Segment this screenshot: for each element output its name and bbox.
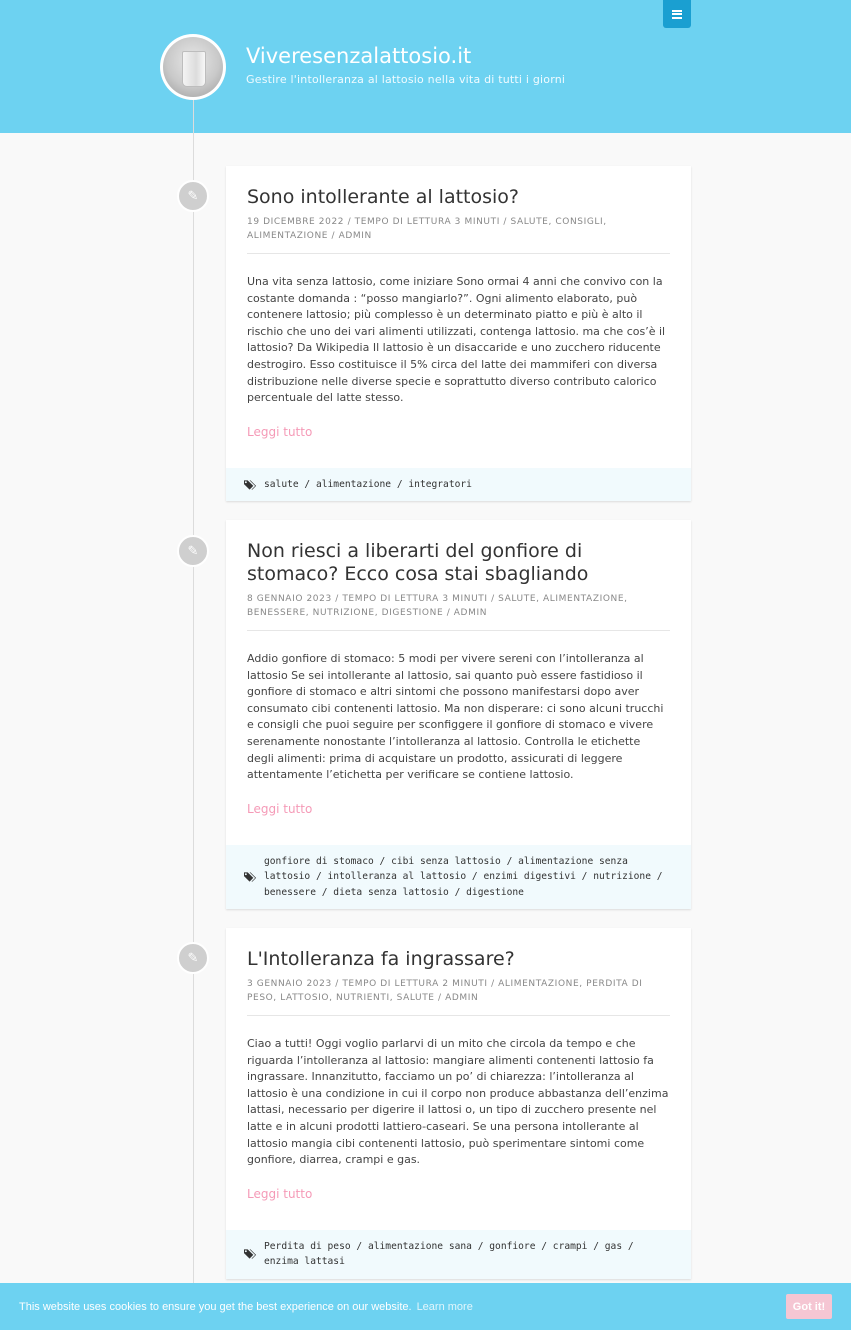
post-card: Non riesci a liberarti del gonfiore di s…: [226, 520, 691, 910]
cookie-learn-more-link[interactable]: Learn more: [417, 1301, 473, 1313]
post-meta: 19 dicembre 2022 / Tempo di lettura 3 mi…: [247, 215, 670, 254]
post-excerpt: Una vita senza lattosio, come iniziare S…: [247, 275, 666, 405]
cookie-message: This website uses cookies to ensure you …: [19, 1300, 412, 1313]
tags-icon: [244, 479, 257, 490]
post-tags: gonfiore di stomaco / cibi senza lattosi…: [226, 844, 691, 910]
cookie-accept-button[interactable]: Got it!: [786, 1294, 832, 1319]
post-format-badge: ✎: [177, 180, 209, 212]
site-header: Viveresenzalattosio.it Gestire l'intolle…: [0, 0, 851, 133]
tag-list[interactable]: gonfiore di stomaco / cibi senza lattosi…: [264, 856, 663, 898]
site-logo-avatar[interactable]: [160, 34, 226, 100]
post-format-badge: ✎: [177, 942, 209, 974]
tags-icon: [244, 872, 257, 882]
post-format-badge: ✎: [177, 535, 209, 567]
post-title[interactable]: Non riesci a liberarti del gonfiore di s…: [247, 540, 670, 586]
hamburger-icon: [672, 9, 682, 19]
cookie-consent-bar: This website uses cookies to ensure you …: [0, 1283, 851, 1330]
post-tags: Perdita di peso / alimentazione sana / g…: [226, 1229, 691, 1279]
tags-icon: [244, 1249, 257, 1259]
post-title[interactable]: Sono intollerante al lattosio?: [247, 186, 670, 209]
read-more-link[interactable]: Leggi tutto: [247, 425, 670, 468]
post-card: L'Intolleranza fa ingrassare? 3 gennaio …: [226, 928, 691, 1279]
milk-glass-image: [163, 37, 223, 97]
post-excerpt: Addio gonfiore di stomaco: 5 modi per vi…: [247, 652, 664, 782]
read-more-link[interactable]: Leggi tutto: [247, 1187, 670, 1230]
post-meta: 8 gennaio 2023 / Tempo di lettura 3 minu…: [247, 592, 670, 631]
site-title[interactable]: Viveresenzalattosio.it: [246, 44, 471, 68]
timeline-line: [193, 100, 194, 1330]
menu-toggle-button[interactable]: [663, 0, 691, 28]
tag-list[interactable]: Perdita di peso / alimentazione sana / g…: [264, 1241, 634, 1268]
post-title[interactable]: L'Intolleranza fa ingrassare?: [247, 948, 670, 971]
site-description: Gestire l'intolleranza al lattosio nella…: [246, 73, 566, 86]
post-tags: salute / alimentazione / integratori: [226, 467, 691, 502]
pencil-icon: ✎: [187, 950, 199, 966]
post-excerpt: Ciao a tutti! Oggi voglio parlarvi di un…: [247, 1037, 669, 1167]
post-meta: 3 gennaio 2023 / Tempo di lettura 2 minu…: [247, 977, 670, 1016]
pencil-icon: ✎: [187, 543, 199, 559]
read-more-link[interactable]: Leggi tutto: [247, 802, 670, 845]
tag-list[interactable]: salute / alimentazione / integratori: [264, 479, 472, 490]
pencil-icon: ✎: [187, 188, 199, 204]
post-card: Sono intollerante al lattosio? 19 dicemb…: [226, 166, 691, 502]
